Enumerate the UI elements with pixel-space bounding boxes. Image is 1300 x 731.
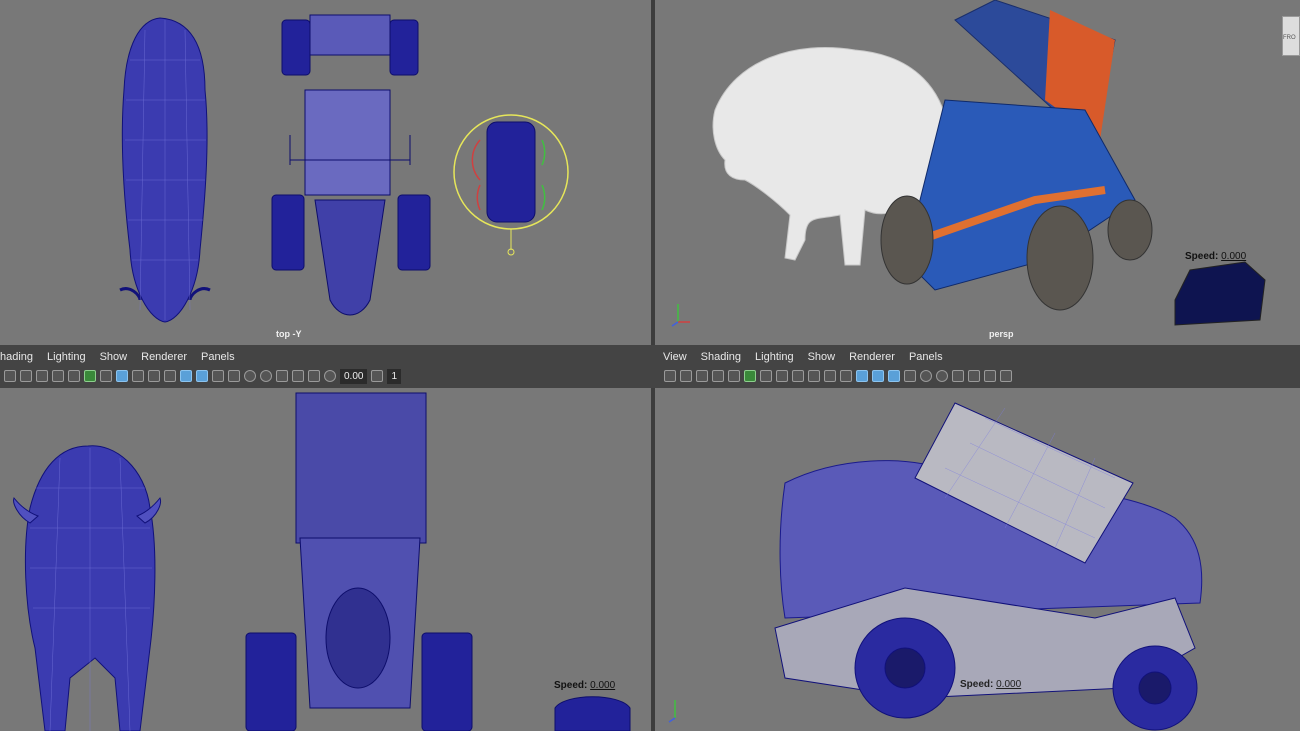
viewport-label: persp	[989, 329, 1014, 339]
film-gate-icon[interactable]	[744, 370, 756, 382]
resolution-gate-icon[interactable]	[100, 370, 112, 382]
image-plane-icon[interactable]	[728, 370, 740, 382]
field-chart-icon[interactable]	[808, 370, 820, 382]
gamma-icon[interactable]	[371, 370, 384, 382]
field-chart-icon[interactable]	[132, 370, 144, 382]
menu-shading[interactable]: hading	[0, 351, 33, 367]
ambient-occlusion-icon[interactable]	[260, 370, 272, 382]
menu-renderer[interactable]: Renderer	[141, 351, 187, 367]
safe-action-icon[interactable]	[824, 370, 836, 382]
xray-joints-icon[interactable]	[984, 370, 996, 382]
viewport-side[interactable]: Speed: 0.000	[655, 388, 1300, 731]
exposure-field[interactable]: 0.00	[340, 368, 368, 384]
camera-attributes-icon[interactable]	[696, 370, 708, 382]
menu-panels[interactable]: Panels	[909, 351, 943, 367]
view-cube[interactable]: FRO	[1282, 16, 1300, 56]
panel-menu-right: View Shading Lighting Show Renderer Pane…	[663, 351, 957, 367]
speed-label: Speed:	[1185, 251, 1219, 262]
speed-readout: Speed: 0.000	[960, 679, 1021, 690]
panel-menu-left: hading Lighting Show Renderer Panels	[0, 351, 249, 367]
axis-gizmo	[671, 304, 690, 327]
ambient-occlusion-icon[interactable]	[936, 370, 948, 382]
speed-value: 0.000	[1221, 251, 1247, 262]
top-view-scene	[119, 14, 569, 323]
xray-icon[interactable]	[292, 370, 304, 382]
speed-readout: Speed: 0.000	[1185, 251, 1246, 262]
exposure-icon[interactable]	[324, 370, 336, 382]
lights-icon[interactable]	[228, 370, 240, 382]
sprint-car-wireframe-top	[271, 14, 431, 316]
gate-mask-icon[interactable]	[792, 370, 804, 382]
viewport-front[interactable]: Speed: 0.000	[0, 388, 651, 731]
select-camera-icon[interactable]	[664, 370, 676, 382]
xray-icon[interactable]	[968, 370, 980, 382]
panel-toolbar-left: 0.00 1	[4, 368, 405, 384]
camera-icon[interactable]	[680, 370, 692, 382]
image-plane-icon[interactable]	[52, 370, 64, 382]
menu-view[interactable]: View	[663, 351, 687, 367]
isolate-select-icon[interactable]	[276, 370, 288, 382]
speed-value: 0.000	[590, 680, 616, 691]
speed-value: 0.000	[996, 679, 1022, 690]
texture-icon[interactable]	[888, 370, 900, 382]
lights-icon[interactable]	[904, 370, 916, 382]
menu-lighting[interactable]: Lighting	[755, 351, 794, 367]
wireframe-icon[interactable]	[856, 370, 868, 382]
menu-lighting[interactable]: Lighting	[47, 351, 86, 367]
safe-title-icon[interactable]	[840, 370, 852, 382]
film-gate-icon[interactable]	[84, 370, 96, 382]
axis-gizmo	[668, 700, 676, 723]
sprint-car-wireframe-front	[245, 392, 473, 731]
viewport-perspective[interactable]: FRO Speed: 0.000 persp	[655, 0, 1300, 345]
safe-title-icon[interactable]	[164, 370, 176, 382]
menu-show[interactable]: Show	[808, 351, 836, 367]
xray-components-icon[interactable]	[1000, 370, 1012, 382]
menu-renderer[interactable]: Renderer	[849, 351, 895, 367]
xray-joints-icon[interactable]	[308, 370, 320, 382]
panel-toolbar-band: hading Lighting Show Renderer Panels Vie…	[0, 345, 1300, 388]
grid-icon[interactable]	[760, 370, 772, 382]
menu-panels[interactable]: Panels	[201, 351, 235, 367]
texture-icon[interactable]	[212, 370, 224, 382]
camera-icon[interactable]	[4, 370, 16, 382]
gate-mask-icon[interactable]	[116, 370, 128, 382]
resolution-gate-icon[interactable]	[776, 370, 788, 382]
small-car-front	[554, 696, 631, 731]
menu-show[interactable]: Show	[100, 351, 128, 367]
safe-action-icon[interactable]	[148, 370, 160, 382]
speed-readout: Speed: 0.000	[554, 680, 615, 691]
smooth-shade-icon[interactable]	[872, 370, 884, 382]
speed-label: Speed:	[960, 679, 994, 690]
wireframe-icon[interactable]	[180, 370, 192, 382]
shadows-icon[interactable]	[244, 370, 256, 382]
grid-icon[interactable]	[68, 370, 80, 382]
bison-wireframe-front	[13, 445, 161, 731]
shadows-icon[interactable]	[920, 370, 932, 382]
small-car-top	[486, 121, 536, 223]
camera-attributes-icon[interactable]	[20, 370, 32, 382]
speed-label: Speed:	[554, 680, 588, 691]
menu-shading[interactable]: Shading	[701, 351, 741, 367]
small-car-shaded	[1174, 261, 1266, 326]
viewport-top[interactable]: top -Y	[0, 0, 651, 345]
bookmark-icon[interactable]	[712, 370, 724, 382]
persp-scene	[671, 0, 1266, 327]
gamma-field[interactable]: 1	[387, 368, 402, 384]
panel-toolbar-right	[664, 368, 1016, 384]
bookmark-icon[interactable]	[36, 370, 48, 382]
isolate-select-icon[interactable]	[952, 370, 964, 382]
smooth-shade-icon[interactable]	[196, 370, 208, 382]
viewport-label: top -Y	[276, 329, 302, 339]
